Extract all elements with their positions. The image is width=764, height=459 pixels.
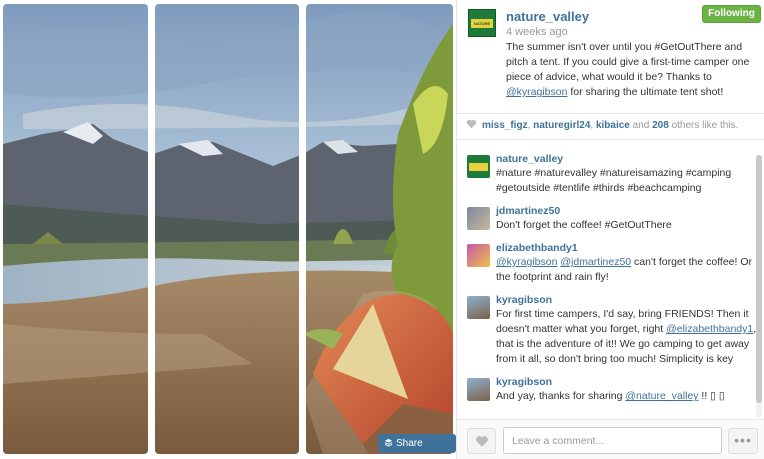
comment-item: jdmartinez50 Don't forget the coffee! #G… [457, 204, 757, 233]
post-viewer: Share Image NATURE VALLEY nature_valley … [0, 0, 764, 459]
share-image-button[interactable]: Share Image [378, 434, 456, 459]
commenter-avatar[interactable] [467, 296, 490, 319]
likes-and: and [629, 120, 653, 131]
commenter-avatar[interactable] [467, 155, 490, 178]
comment-input[interactable] [503, 427, 722, 454]
comment-item: elizabethbandy1 @kyragibson @jdmartinez5… [457, 241, 757, 285]
post-header: NATURE VALLEY nature_valley 4 weeks ago … [457, 0, 764, 108]
comments-scrollbar[interactable] [756, 155, 762, 418]
likes-summary: miss_figz, naturegirl24, kibaice and 208… [457, 113, 764, 140]
comment-mention[interactable]: @kyragibson [496, 256, 557, 268]
more-options-button[interactable]: ••• [728, 428, 758, 454]
nature-valley-avatar[interactable]: NATURE VALLEY [468, 9, 496, 37]
following-button[interactable]: Following [702, 5, 761, 23]
comment-mention[interactable]: @jdmartinez50 [560, 256, 631, 268]
caption-text: The summer isn't over until you #GetOutT… [506, 41, 750, 83]
comment-mention[interactable]: @nature_valley [625, 390, 698, 402]
commenter-avatar[interactable] [467, 207, 490, 230]
photo-panel-middle [155, 4, 299, 454]
commenter-avatar[interactable] [467, 378, 490, 401]
comment-footer: ••• [457, 419, 764, 459]
comment-mention[interactable]: @elizabethbandy1 [666, 323, 753, 335]
heart-icon [475, 435, 488, 447]
liker-2[interactable]: naturegirl24 [533, 120, 590, 131]
comment-item: nature_valley #nature #naturevalley #nat… [457, 152, 757, 196]
commenter-avatar[interactable] [467, 244, 490, 267]
liker-3[interactable]: kibaice [596, 120, 630, 131]
comment-text: For first time campers, I'd say, bring F… [496, 307, 757, 367]
post-username[interactable]: nature_valley [506, 9, 589, 24]
caption-tail: for sharing the ultimate tent shot! [567, 86, 724, 98]
scrollbar-thumb[interactable] [756, 155, 762, 403]
liker-1[interactable]: miss_figz [482, 120, 528, 131]
post-photo[interactable]: Share Image [0, 0, 456, 459]
comment-username[interactable]: kyragibson [496, 293, 757, 307]
post-caption: The summer isn't over until you #GetOutT… [506, 40, 751, 100]
photo-panel-right [306, 4, 453, 454]
comment-text: Don't forget the coffee! #GetOutThere [496, 219, 672, 231]
post-sidebar: NATURE VALLEY nature_valley 4 weeks ago … [456, 0, 764, 459]
comment-list: nature_valley #nature #naturevalley #nat… [457, 152, 757, 420]
heart-icon [466, 119, 477, 129]
comment-text-part: !! ▯ ▯ [698, 390, 725, 402]
comment-username[interactable]: jdmartinez50 [496, 204, 757, 218]
comment-username[interactable]: elizabethbandy1 [496, 241, 757, 255]
comment-text: @kyragibson @jdmartinez50 can't forget t… [496, 255, 757, 285]
like-button[interactable] [467, 428, 496, 454]
comment-text-part: And yay, thanks for sharing [496, 390, 626, 402]
layers-icon [384, 438, 393, 447]
comment-text: And yay, thanks for sharing @nature_vall… [496, 389, 757, 404]
comment-item: kyragibson For first time campers, I'd s… [457, 293, 757, 367]
likes-suffix: others like this. [668, 120, 739, 131]
comment-username[interactable]: nature_valley [496, 152, 757, 166]
post-timestamp: 4 weeks ago [506, 26, 568, 38]
comment-item: kyragibson And yay, thanks for sharing @… [457, 375, 757, 404]
comment-text: #nature #naturevalley #natureisamazing #… [496, 167, 732, 194]
likes-count[interactable]: 208 [652, 120, 669, 131]
avatar-logo-text: NATURE VALLEY [471, 18, 493, 28]
comment-username[interactable]: kyragibson [496, 375, 757, 389]
caption-mention[interactable]: @kyragibson [506, 86, 567, 98]
photo-panel-left [3, 4, 148, 454]
